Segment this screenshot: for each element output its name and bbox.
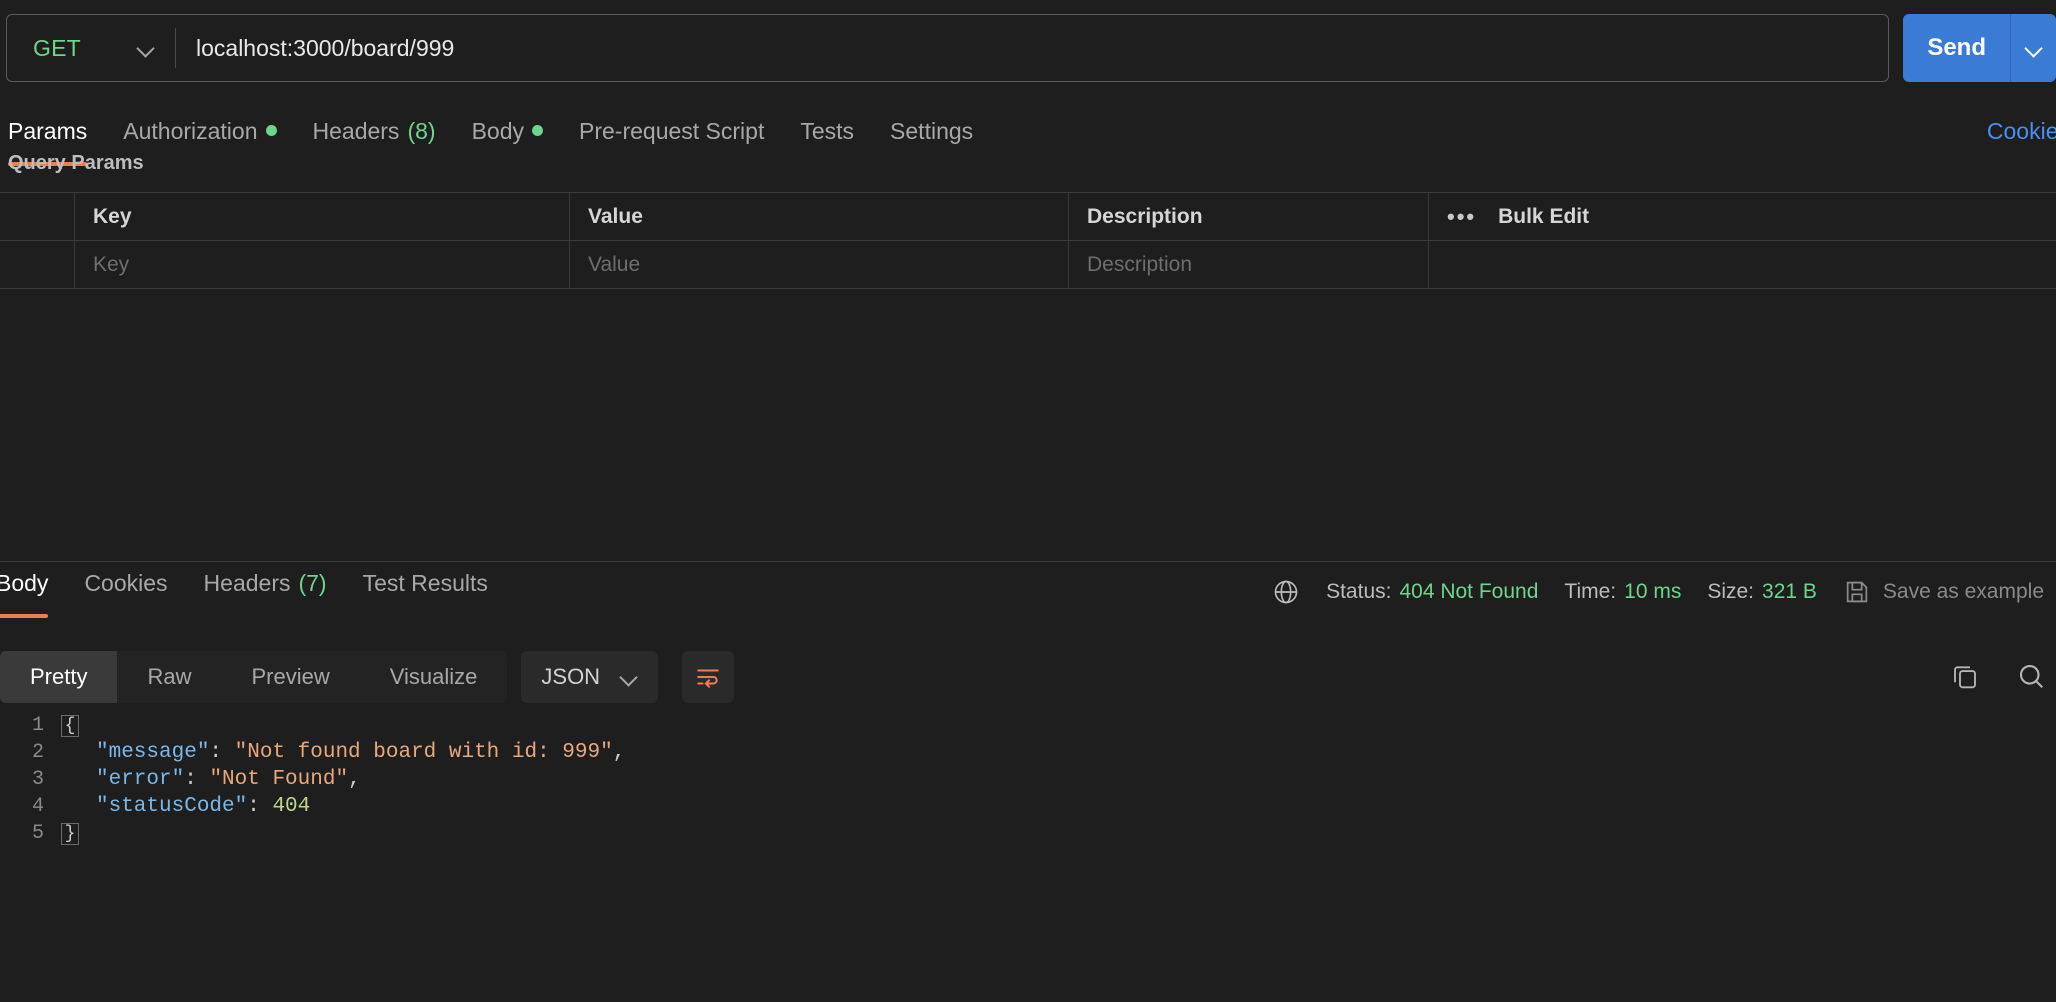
table-actions: ••• Bulk Edit [1429, 193, 2056, 240]
status-label: Status: [1326, 580, 1392, 603]
tab-label: Headers [312, 118, 400, 144]
chevron-down-icon [2025, 39, 2043, 57]
param-key-input[interactable]: Key [75, 241, 570, 288]
send-button[interactable]: Send [1903, 14, 2010, 82]
response-tabs: Body Cookies Headers (7) Test Results [0, 570, 506, 626]
tab-label: Headers [203, 570, 291, 596]
copy-icon[interactable] [1950, 661, 1982, 693]
request-url-bar: GET Send [0, 14, 2056, 82]
query-params-table: Key Value Description ••• Bulk Edit Key … [0, 192, 2056, 289]
column-header-value: Value [570, 193, 1069, 240]
response-tab-body[interactable]: Body [0, 570, 66, 626]
param-description-input[interactable]: Description [1069, 241, 1429, 288]
view-mode-pretty[interactable]: Pretty [0, 651, 118, 703]
word-wrap-toggle[interactable] [682, 651, 735, 703]
send-options-button[interactable] [2010, 14, 2056, 82]
url-input[interactable] [176, 15, 1889, 81]
view-mode-group: Pretty Raw Preview Visualize [0, 651, 508, 703]
response-tab-headers[interactable]: Headers (7) [186, 570, 345, 626]
tab-label: Body [471, 118, 524, 144]
view-mode-preview[interactable]: Preview [221, 651, 359, 703]
size-label: Size: [1707, 580, 1755, 603]
response-time: Time: 10 ms [1564, 580, 1681, 604]
tab-label: Cookies [84, 570, 168, 596]
line-number: 3 [31, 768, 44, 791]
more-options-icon[interactable]: ••• [1447, 204, 1476, 230]
chevron-down-icon [620, 668, 638, 686]
tab-label: Authorization [123, 118, 258, 144]
save-as-example-label: Save as example [1882, 580, 2044, 603]
tab-label: Pre-request Script [579, 118, 765, 144]
url-input-group: GET [6, 14, 1890, 82]
response-meta: Status: 404 Not Found Time: 10 ms Size: … [1272, 578, 2044, 606]
tab-label: Tests [800, 118, 855, 144]
code-text: "message": "Not found board with id: 999… [96, 741, 626, 764]
code-line: 2 "message": "Not found board with id: 99… [0, 739, 2056, 766]
send-button-group: Send [1903, 14, 2056, 82]
column-header-key: Key [75, 193, 570, 240]
save-as-example-button[interactable]: Save as example [1843, 578, 2044, 606]
response-body-toolbar: Pretty Raw Preview Visualize JSON [0, 648, 2056, 706]
http-method-value: GET [33, 34, 81, 61]
request-tabs: Params Authorization Headers (8) Body Pr… [0, 118, 2056, 174]
status-value: 404 Not Found [1399, 580, 1539, 603]
code-fold-toggle[interactable]: } [56, 822, 84, 845]
response-format-value: JSON [541, 664, 601, 689]
tab-label: Test Results [362, 570, 488, 596]
tab-count: (7) [298, 570, 327, 596]
bulk-edit-button[interactable]: Bulk Edit [1498, 205, 1589, 229]
cookies-link[interactable]: Cookies [1987, 118, 2056, 174]
select-all-checkbox-cell[interactable] [0, 193, 75, 240]
line-number: 1 [31, 714, 44, 737]
tab-label: Body [0, 570, 49, 596]
table-row: Key Value Description [0, 241, 2056, 289]
body-toolbar-actions [1950, 661, 2056, 693]
save-icon [1843, 578, 1871, 606]
query-params-title: Query Params [8, 152, 144, 174]
tab-pre-request-script[interactable]: Pre-request Script [561, 118, 782, 174]
code-line: 5} [0, 820, 2056, 847]
row-actions [1429, 241, 2056, 288]
status-dot-icon [265, 125, 277, 136]
tab-count: (8) [407, 118, 436, 144]
view-mode-raw[interactable]: Raw [117, 651, 221, 703]
time-value: 10 ms [1624, 580, 1682, 603]
response-tab-test-results[interactable]: Test Results [345, 570, 506, 626]
response-status: Status: 404 Not Found [1326, 580, 1538, 604]
search-icon[interactable] [2016, 661, 2048, 693]
response-format-select[interactable]: JSON [521, 651, 659, 703]
response-panel-divider[interactable] [0, 561, 2056, 562]
response-size: Size: 321 B [1707, 580, 1817, 604]
row-checkbox-cell[interactable] [0, 241, 75, 288]
line-number: 5 [31, 822, 44, 845]
size-value: 321 B [1762, 580, 1817, 603]
view-mode-visualize[interactable]: Visualize [360, 651, 508, 703]
code-line: 4 "statusCode": 404 [0, 793, 2056, 820]
tab-label: Params [8, 118, 88, 144]
code-line: 3 "error": "Not Found", [0, 766, 2056, 793]
globe-icon [1272, 578, 1300, 606]
column-header-description: Description [1069, 193, 1429, 240]
tab-tests[interactable]: Tests [782, 118, 872, 174]
http-method-select[interactable]: GET [7, 15, 175, 81]
active-tab-underline [0, 614, 49, 618]
line-number: 2 [31, 741, 44, 764]
response-tab-cookies[interactable]: Cookies [66, 570, 185, 626]
line-number: 4 [31, 795, 44, 818]
tab-body[interactable]: Body [454, 118, 561, 174]
code-line: 1{ [0, 712, 2056, 739]
param-value-input[interactable]: Value [570, 241, 1069, 288]
code-text: "error": "Not Found", [96, 768, 361, 791]
tab-settings[interactable]: Settings [872, 118, 991, 174]
code-fold-toggle[interactable]: { [56, 714, 84, 737]
chevron-down-icon [137, 39, 155, 57]
time-label: Time: [1564, 580, 1617, 603]
status-dot-icon [532, 125, 543, 136]
code-text: "statusCode": 404 [96, 795, 311, 818]
tab-label: Settings [890, 118, 974, 144]
table-header-row: Key Value Description ••• Bulk Edit [0, 193, 2056, 241]
tab-headers[interactable]: Headers (8) [295, 118, 454, 174]
response-body-code[interactable]: 1{2 "message": "Not found board with id: … [0, 712, 2056, 1002]
